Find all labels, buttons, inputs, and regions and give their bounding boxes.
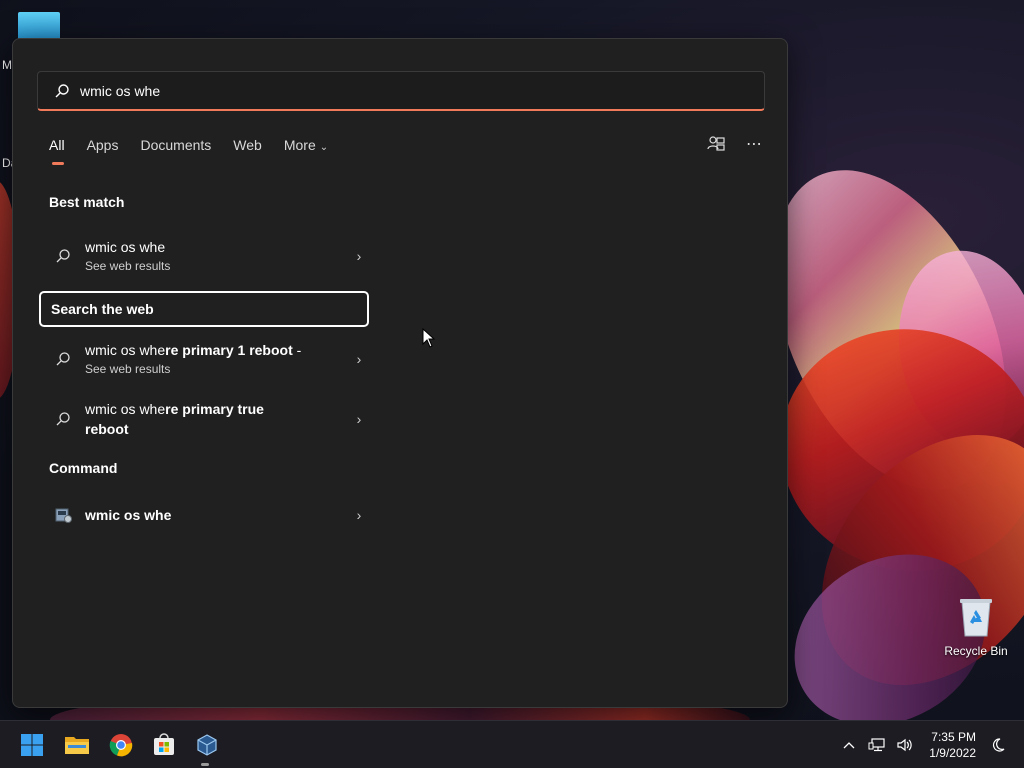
tab-apps[interactable]: Apps [87,137,119,159]
result-suggestion: re primary true [165,401,264,417]
chrome-icon[interactable] [107,731,135,759]
result-suggestion: re primary 1 reboot [165,342,293,358]
recycle-bin[interactable]: Recycle Bin [940,596,1012,658]
recycle-bin-label: Recycle Bin [944,644,1008,658]
tab-label: Web [233,137,262,153]
tab-documents[interactable]: Documents [140,137,211,159]
tab-more[interactable]: More ⌄ [284,137,328,159]
running-indicator [201,763,209,766]
search-icon [53,349,73,369]
search-box[interactable] [37,71,765,111]
best-match-heading: Best match [49,194,125,210]
windows-start-icon[interactable] [18,731,46,759]
tab-label: All [49,137,65,153]
command-result[interactable]: wmic os whe › [39,497,369,533]
taskbar: 7:35 PM 1/9/2022 [0,720,1024,768]
virtualbox-icon[interactable] [193,731,221,766]
command-heading: Command [49,460,118,476]
command-app-icon [53,505,73,525]
search-icon [53,246,73,266]
network-icon[interactable] [865,733,889,757]
chevron-right-icon[interactable]: › [349,351,369,367]
chevron-right-icon[interactable]: › [349,248,369,264]
search-the-web-heading[interactable]: Search the web [39,291,369,327]
clock-time: 7:35 PM [931,730,976,744]
tab-web[interactable]: Web [233,137,262,159]
result-query: wmic os whe [85,401,166,417]
search-icon [53,409,73,429]
file-explorer-icon[interactable] [63,731,91,759]
result-title: wmic os whe [85,239,166,255]
result-title: wmic os whe [85,507,172,523]
volume-icon[interactable] [893,733,917,757]
search-input[interactable] [80,82,680,99]
search-icon [55,83,69,97]
chevron-down-icon: ⌄ [319,142,329,153]
tab-all[interactable]: All [49,137,65,165]
chevron-up-icon[interactable] [837,733,861,757]
heading-label: Search the web [51,301,154,317]
tab-label: Apps [86,137,119,153]
account-switch-icon[interactable] [707,135,725,153]
more-options-icon[interactable]: ⋯ [745,135,763,153]
store-icon[interactable] [150,731,178,759]
chevron-right-icon[interactable]: › [349,411,369,427]
result-query: wmic os whe [85,342,166,358]
result-subtitle: See web results [85,362,171,376]
result-subtitle: See web results [85,259,171,273]
desktop-icon-label: M [2,58,12,72]
start-search-panel: All Apps Documents Web More⌄ ⋯ Best matc… [12,38,788,708]
mouse-cursor-icon [422,328,436,348]
search-filter-tabs: All Apps Documents Web More ⌄ [49,137,350,165]
taskbar-clock[interactable]: 7:35 PM 1/9/2022 [929,729,976,761]
best-match-result[interactable]: wmic os whe See web results › [39,236,369,276]
result-suggestion-cont: reboot [85,421,129,437]
search-header-actions: ⋯ [707,135,763,153]
system-tray: 7:35 PM 1/9/2022 [837,721,1024,768]
recycle-bin-icon [958,596,994,638]
chevron-right-icon[interactable]: › [349,507,369,523]
clock-date: 1/9/2022 [929,746,976,760]
web-result[interactable]: wmic os where primary true reboot › [39,399,369,439]
web-result[interactable]: wmic os where primary 1 reboot - See web… [39,339,369,379]
focus-assist-icon[interactable] [986,733,1010,757]
tab-label: More [283,137,316,153]
result-suffix: - [292,342,302,358]
tab-label: Documents [140,137,212,153]
